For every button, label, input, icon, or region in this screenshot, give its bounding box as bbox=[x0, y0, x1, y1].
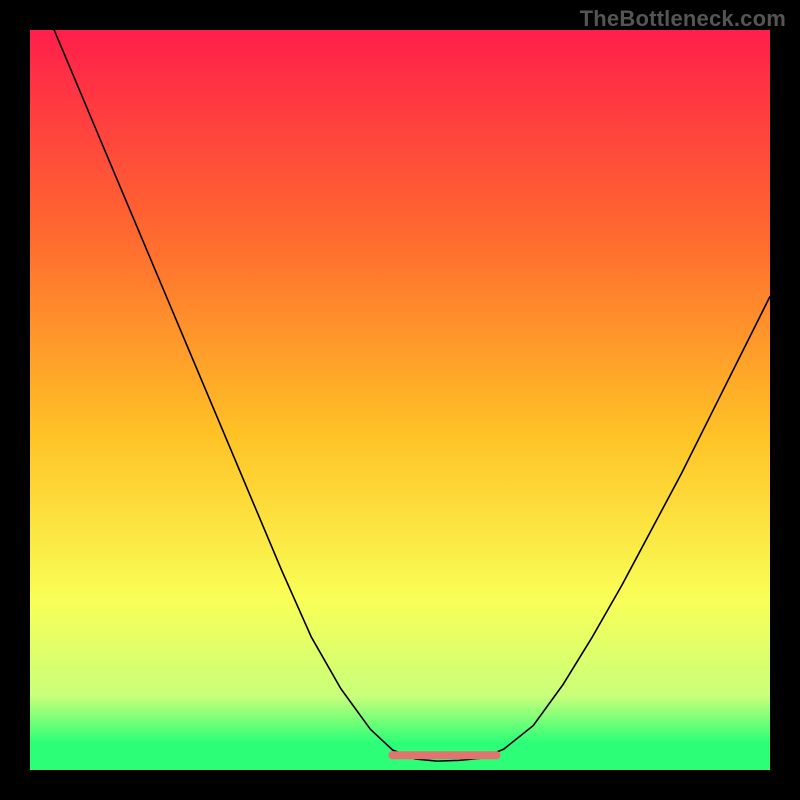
chart-frame: TheBottleneck.com bbox=[0, 0, 800, 800]
optimal-range-start-dot bbox=[388, 751, 396, 759]
plot-gradient-background bbox=[30, 30, 770, 770]
watermark-text: TheBottleneck.com bbox=[580, 6, 786, 32]
optimal-range-end-dot bbox=[492, 751, 500, 759]
bottleneck-curve-chart bbox=[0, 0, 800, 800]
